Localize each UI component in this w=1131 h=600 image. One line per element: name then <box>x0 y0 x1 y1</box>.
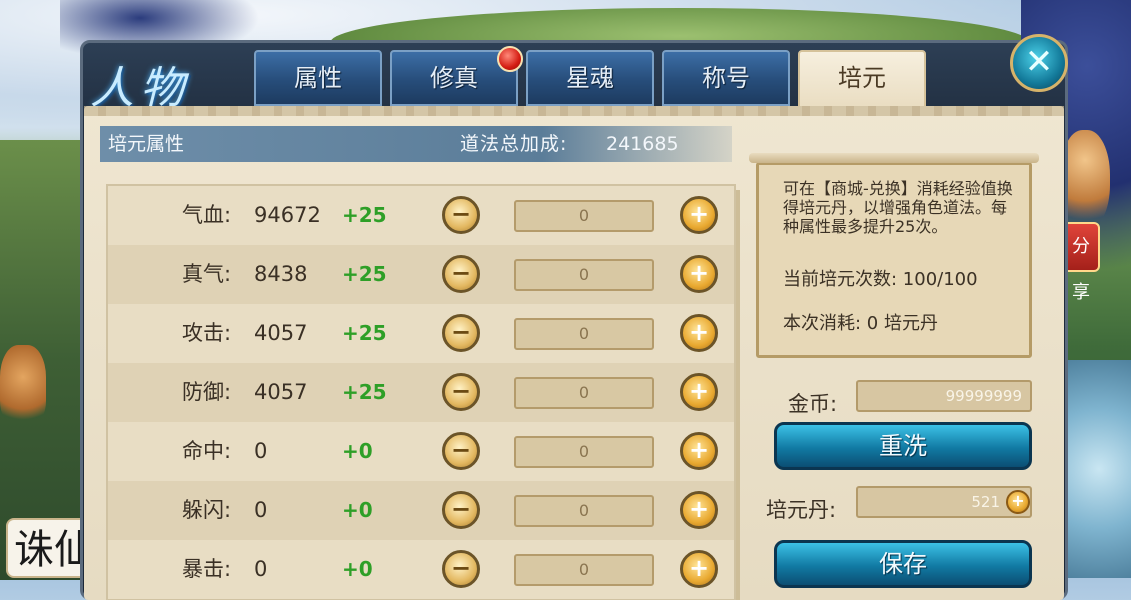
tab-titles[interactable]: 称号 <box>662 50 790 106</box>
peiyuan-side-panel: 可在【商城-兑换】消耗经验值换得培元丹，以增强角色道法。每种属性最多提升25次。… <box>749 126 1052 600</box>
attribute-row-hit: 命中: 0 +0 − 0 + <box>108 422 734 481</box>
attribute-name: 命中: <box>182 439 232 463</box>
attribute-bonus: +0 <box>342 439 373 463</box>
gold-value: 99999999 <box>856 380 1032 412</box>
minus-icon[interactable]: − <box>442 314 480 352</box>
minus-icon[interactable]: − <box>442 491 480 529</box>
attribute-bonus: +0 <box>342 557 373 581</box>
attribute-value: 4057 <box>254 321 308 345</box>
tab-peiyuan[interactable]: 培元 <box>798 50 926 112</box>
info-box: 可在【商城-兑换】消耗经验值换得培元丹，以增强角色道法。每种属性最多提升25次。… <box>749 153 1039 358</box>
attribute-input[interactable]: 0 <box>514 436 654 468</box>
gold-label: 金币: <box>788 392 838 416</box>
attribute-input[interactable]: 0 <box>514 200 654 232</box>
attribute-name: 防御: <box>182 380 232 404</box>
tab-attributes[interactable]: 属性 <box>254 50 382 106</box>
attribute-input[interactable]: 0 <box>514 377 654 409</box>
plus-icon[interactable]: + <box>680 255 718 293</box>
minus-icon[interactable]: − <box>442 373 480 411</box>
attribute-value: 8438 <box>254 262 308 286</box>
section-title: 培元属性 <box>108 133 185 155</box>
attribute-row-mp: 真气: 8438 +25 − 0 + <box>108 245 734 304</box>
attribute-bonus: +25 <box>342 321 387 345</box>
attribute-value: 4057 <box>254 380 308 404</box>
plus-icon[interactable]: + <box>680 373 718 411</box>
attribute-bonus: +25 <box>342 262 387 286</box>
total-bonus-value: 241685 <box>606 133 679 155</box>
attribute-name: 真气: <box>182 262 232 286</box>
attribute-row-hp: 气血: 94672 +25 − 0 + <box>108 186 734 245</box>
minus-icon[interactable]: − <box>442 432 480 470</box>
plus-icon[interactable]: + <box>680 550 718 588</box>
section-header: 培元属性 道法总加成: 241685 <box>100 126 732 162</box>
attribute-input[interactable]: 0 <box>514 318 654 350</box>
attribute-value: 0 <box>254 498 268 522</box>
total-bonus-label: 道法总加成: <box>460 133 568 155</box>
add-pill-icon[interactable]: + <box>1006 490 1030 514</box>
section-divider <box>736 190 740 600</box>
attribute-input[interactable]: 0 <box>514 259 654 291</box>
pill-label: 培元丹: <box>766 498 837 522</box>
attribute-name: 攻击: <box>182 321 232 345</box>
plus-icon[interactable]: + <box>680 196 718 234</box>
info-description: 可在【商城-兑换】消耗经验值换得培元丹，以增强角色道法。每种属性最多提升25次。 <box>783 179 1013 236</box>
attribute-row-crit: 暴击: 0 +0 − 0 + <box>108 540 734 599</box>
minus-icon[interactable]: − <box>442 196 480 234</box>
close-icon[interactable]: ✕ <box>1010 34 1068 92</box>
attribute-value: 94672 <box>254 203 321 227</box>
plus-icon[interactable]: + <box>680 432 718 470</box>
minus-icon[interactable]: − <box>442 550 480 588</box>
attribute-name: 躲闪: <box>182 498 232 522</box>
fox-pet <box>0 345 46 425</box>
attribute-list: 气血: 94672 +25 − 0 + 真气: 8438 +25 − 0 + 攻… <box>106 184 736 600</box>
attribute-bonus: +25 <box>342 380 387 404</box>
minus-icon[interactable]: − <box>442 255 480 293</box>
peiyuan-cost: 本次消耗: 0 培元丹 <box>783 313 938 334</box>
character-panel: 人物 属性 修真 星魂 称号 培元 ✕ 培元属性 道法总加成: 241685 气… <box>80 34 1068 600</box>
plus-icon[interactable]: + <box>680 491 718 529</box>
tab-content: 培元属性 道法总加成: 241685 气血: 94672 +25 − 0 + 真… <box>84 106 1064 600</box>
save-button[interactable]: 保存 <box>774 540 1032 588</box>
attribute-input[interactable]: 0 <box>514 495 654 527</box>
attribute-name: 气血: <box>182 203 232 227</box>
attribute-name: 暴击: <box>182 557 232 581</box>
attribute-section: 培元属性 道法总加成: 241685 气血: 94672 +25 − 0 + 真… <box>100 126 736 600</box>
notification-badge <box>497 46 523 72</box>
attribute-value: 0 <box>254 439 268 463</box>
attribute-row-attack: 攻击: 4057 +25 − 0 + <box>108 304 734 363</box>
attribute-bonus: +25 <box>342 203 387 227</box>
peiyuan-count: 当前培元次数: 100/100 <box>783 269 978 290</box>
attribute-input[interactable]: 0 <box>514 554 654 586</box>
attribute-value: 0 <box>254 557 268 581</box>
tab-star-soul[interactable]: 星魂 <box>526 50 654 106</box>
attribute-row-defense: 防御: 4057 +25 − 0 + <box>108 363 734 422</box>
attribute-row-dodge: 躲闪: 0 +0 − 0 + <box>108 481 734 540</box>
rewash-button[interactable]: 重洗 <box>774 422 1032 470</box>
attribute-bonus: +0 <box>342 498 373 522</box>
plus-icon[interactable]: + <box>680 314 718 352</box>
